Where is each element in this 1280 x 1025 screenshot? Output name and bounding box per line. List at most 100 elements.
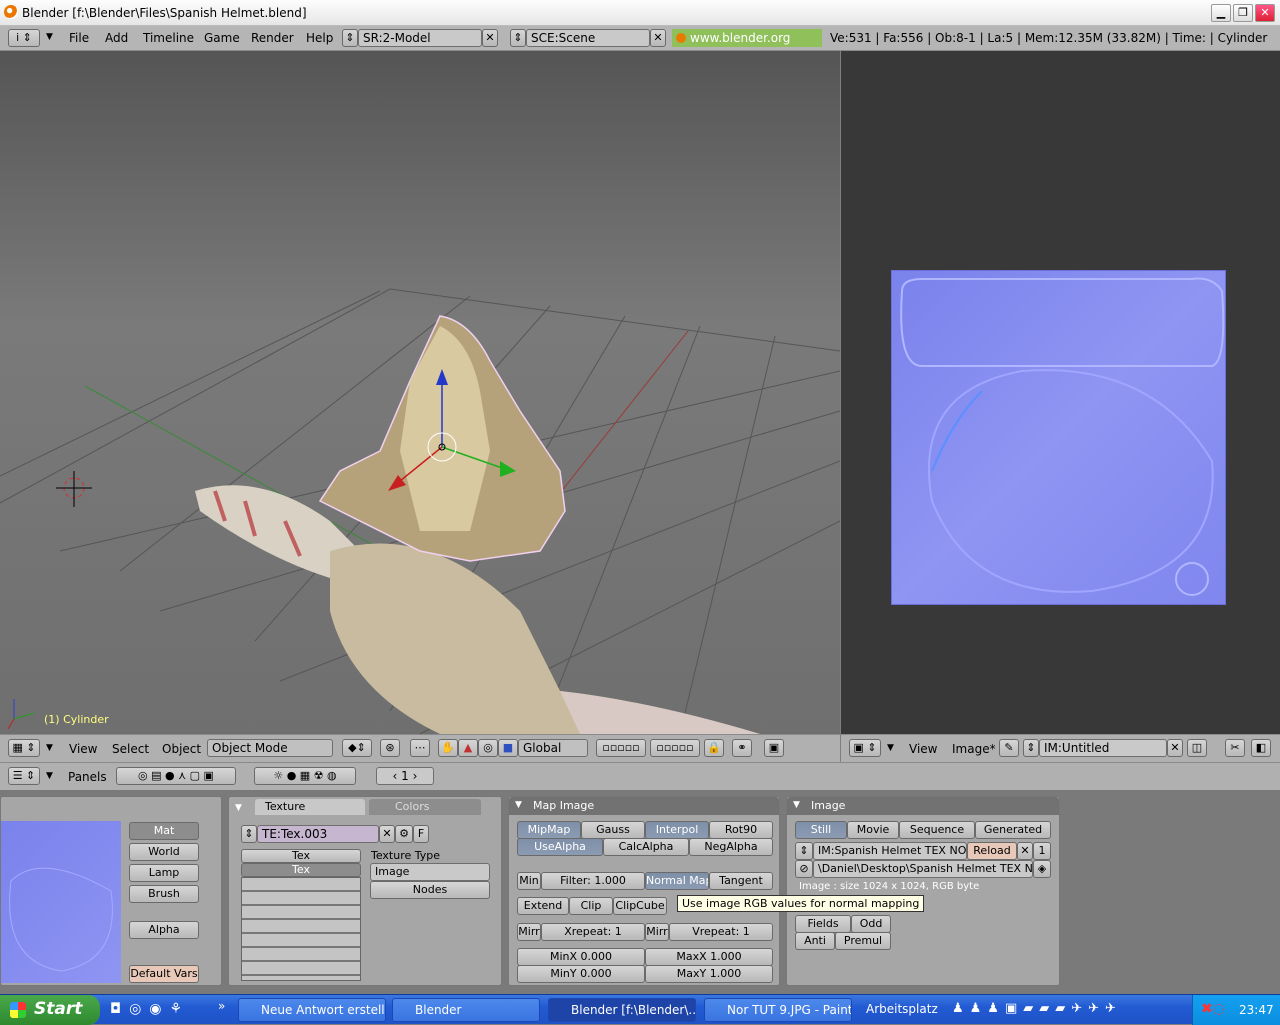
panels-menu[interactable]: Panels	[68, 770, 107, 784]
texture-browse-button[interactable]: ⇕	[241, 825, 257, 843]
map-image-title[interactable]: Map Image	[509, 797, 779, 815]
menu-game[interactable]: Game	[204, 31, 240, 45]
window-type-buttons-button[interactable]: ☰ ⇕	[8, 767, 40, 785]
menu-timeline[interactable]: Timeline	[143, 31, 194, 45]
preview-brush-button[interactable]: Brush	[129, 885, 199, 903]
nodes-button[interactable]: Nodes	[370, 881, 490, 899]
close-button[interactable]: ✕	[1255, 4, 1275, 22]
source-generated-tab[interactable]: Generated	[975, 821, 1051, 839]
source-still-tab[interactable]: Still	[795, 821, 847, 839]
normal-map-toggle[interactable]: Normal Map	[645, 872, 709, 890]
blender-website-link[interactable]: www.blender.org 249.2	[672, 29, 822, 63]
menu-file[interactable]: File	[69, 31, 89, 45]
image-browse-button[interactable]: ⇕	[1023, 739, 1039, 757]
layers-right-grid[interactable]: ▫▫▫▫▫	[650, 739, 700, 757]
frame-number-field[interactable]: ‹ 1 ›	[376, 767, 434, 785]
clip-button[interactable]: Clip	[569, 897, 613, 915]
image-datablock-field[interactable]: IM:Spanish Helmet TEX NO	[813, 842, 967, 860]
lock-icon[interactable]: 🔒	[704, 739, 724, 757]
quick-launch-icons[interactable]: ◘◎◉⚘	[110, 1001, 190, 1017]
tab-texture[interactable]: Texture	[255, 799, 365, 815]
interpol-toggle[interactable]: Interpol	[645, 821, 709, 839]
maxx-field[interactable]: MaxX 1.000	[645, 948, 773, 966]
mirror-x-toggle[interactable]: Mirr	[517, 923, 541, 941]
menu-help[interactable]: Help	[306, 31, 333, 45]
window-type-info-button[interactable]: i ⇕	[8, 29, 40, 47]
negalpha-toggle[interactable]: NegAlpha	[689, 838, 773, 856]
menu-select[interactable]: Select	[112, 742, 149, 756]
odd-toggle[interactable]: Odd	[851, 915, 891, 933]
image-users-count[interactable]: 1	[1033, 842, 1051, 860]
scene-browse-button[interactable]: ⇕	[510, 29, 526, 47]
texture-unlink-icon[interactable]: ✕	[379, 825, 395, 843]
channel-slot-1[interactable]: Tex	[241, 849, 361, 863]
collapse-triangle-icon[interactable]: ▼	[235, 803, 242, 813]
image-name-field[interactable]: IM:Untitled	[1039, 739, 1167, 757]
image-unlink-icon[interactable]: ✕	[1017, 842, 1033, 860]
menu-image-view[interactable]: View	[909, 742, 937, 756]
tab-colors[interactable]: Colors	[369, 799, 481, 815]
fields-toggle[interactable]: Fields	[795, 915, 851, 933]
window-type-3d-button[interactable]: ▦ ⇕	[8, 739, 40, 757]
filter-slider[interactable]: Filter: 1.000	[541, 872, 645, 890]
mode-select[interactable]: Object Mode	[207, 739, 333, 757]
source-movie-tab[interactable]: Movie	[847, 821, 899, 839]
premul-toggle[interactable]: Premul	[835, 932, 891, 950]
yrepeat-field[interactable]: Vrepeat: 1	[669, 923, 773, 941]
clipcube-button[interactable]: ClipCube	[613, 897, 667, 915]
window-type-image-button[interactable]: ▣ ⇕	[849, 739, 881, 757]
task-paint[interactable]: Nor TUT 9.JPG - Paint	[704, 998, 852, 1022]
channel-slot-2[interactable]: Tex	[241, 863, 361, 877]
image-unlink-icon[interactable]: ✕	[1167, 739, 1183, 757]
pivot-icon[interactable]: ⊛	[380, 739, 400, 757]
image-panel-title[interactable]: Image	[787, 797, 1059, 815]
menu-add[interactable]: Add	[105, 31, 128, 45]
screen-name-field[interactable]: SR:2-Model	[358, 29, 482, 47]
normal-space-select[interactable]: Tangent	[709, 872, 773, 890]
pin-icon[interactable]: ✂	[1225, 739, 1245, 757]
mipmap-toggle[interactable]: MipMap	[517, 821, 581, 839]
preview-alpha-button[interactable]: Alpha	[129, 921, 199, 939]
rotate-icon[interactable]: ◎	[478, 739, 498, 757]
fake-user-button[interactable]: F	[413, 825, 429, 843]
calcalpha-toggle[interactable]: CalcAlpha	[603, 838, 689, 856]
anti-toggle[interactable]: Anti	[795, 932, 835, 950]
minimize-button[interactable]: ▁	[1211, 4, 1231, 22]
task-blender-console[interactable]: Blender	[392, 998, 540, 1022]
preview-lamp-button[interactable]: Lamp	[129, 864, 199, 882]
usealpha-toggle[interactable]: UseAlpha	[517, 838, 603, 856]
rot90-toggle[interactable]: Rot90	[709, 821, 773, 839]
scale-icon[interactable]: ■	[498, 739, 518, 757]
hand-icon[interactable]: ✋	[438, 739, 458, 757]
xrepeat-field[interactable]: Xrepeat: 1	[541, 923, 645, 941]
shading-subcontext-buttons[interactable]: ☼ ● ▦ ☢ ◍	[254, 767, 356, 785]
image-editor[interactable]	[841, 51, 1280, 734]
task-browser[interactable]: Neue Antwort erstell...	[238, 998, 386, 1022]
context-buttons-group[interactable]: ◎ ▤ ● ⋏ ▢ ▣	[116, 767, 236, 785]
collapse-triangle-icon[interactable]: ▼	[887, 743, 894, 753]
image-browse-button[interactable]: ⇕	[795, 842, 813, 860]
gauss-toggle[interactable]: Gauss	[581, 821, 645, 839]
toolbar-shortcut-icons[interactable]: ♟♟♟▣▰▰▰✈✈✈	[952, 1001, 1122, 1016]
file-browse-icon[interactable]: ⊘	[795, 860, 813, 878]
default-vars-button[interactable]: Default Vars	[129, 965, 199, 983]
scene-delete-icon[interactable]: ✕	[650, 29, 666, 47]
texture-name-field[interactable]: TE:Tex.003	[257, 825, 379, 843]
screen-browse-button[interactable]: ⇕	[342, 29, 358, 47]
tray-icons[interactable]: ✖◌	[1201, 1001, 1225, 1017]
miny-field[interactable]: MinY 0.000	[517, 965, 645, 983]
scene-name-field[interactable]: SCE:Scene	[526, 29, 650, 47]
3d-viewport[interactable]: (1) Cylinder	[0, 51, 840, 734]
texture-type-select[interactable]: Image	[370, 863, 490, 881]
image-path-field[interactable]: \Daniel\Desktop\Spanish Helmet TEX NOR.t…	[813, 860, 1033, 878]
menu-image[interactable]: Image*	[952, 742, 996, 756]
menu-render[interactable]: Render	[251, 31, 294, 45]
screen-delete-icon[interactable]: ✕	[482, 29, 498, 47]
preview-mat-button[interactable]: Mat	[129, 822, 199, 840]
layers-left-grid[interactable]: ▫▫▫▫▫	[596, 739, 646, 757]
quick-launch-more-icon[interactable]: »	[218, 999, 225, 1013]
minx-field[interactable]: MinX 0.000	[517, 948, 645, 966]
extend-button[interactable]: Extend	[517, 897, 569, 915]
link-icon[interactable]: ⚭	[732, 739, 752, 757]
translate-icon[interactable]: ▲	[458, 739, 478, 757]
